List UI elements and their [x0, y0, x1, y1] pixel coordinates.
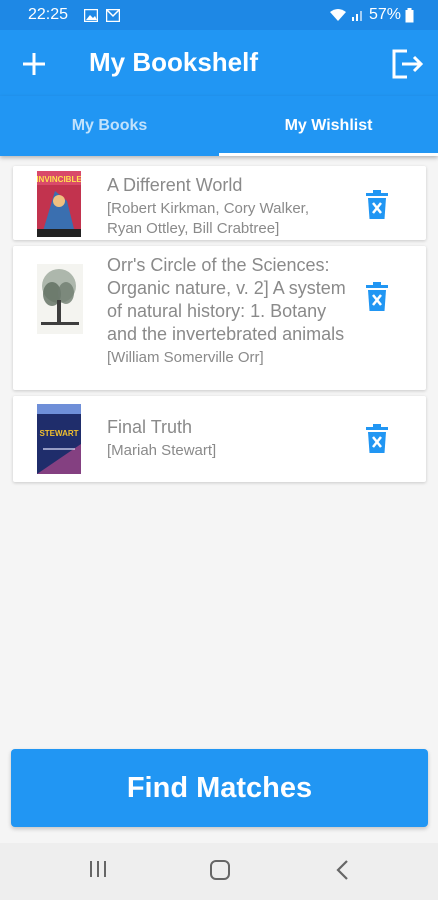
- plus-icon[interactable]: [20, 50, 48, 78]
- app-bar: My Bookshelf: [0, 30, 438, 96]
- book-text: Final Truth [Mariah Stewart]: [107, 416, 347, 461]
- navigation-bar: [0, 843, 438, 900]
- home-icon[interactable]: [209, 859, 231, 881]
- status-time: 22:25: [28, 6, 69, 23]
- wifi-icon: [329, 9, 346, 21]
- book-list: INVINCIBLE A Different World [Robert Kir…: [13, 166, 426, 488]
- delete-icon[interactable]: [364, 282, 390, 312]
- gallery-icon: [84, 9, 98, 22]
- book-title: Final Truth: [107, 417, 193, 437]
- book-card[interactable]: STEWART Final Truth [Mariah Stewart]: [13, 396, 426, 482]
- tab-my-wishlist[interactable]: My Wishlist: [219, 96, 438, 156]
- delete-icon[interactable]: [364, 424, 390, 454]
- battery-icon: [405, 7, 414, 22]
- delete-icon[interactable]: [364, 190, 390, 220]
- book-cover: INVINCIBLE: [37, 171, 81, 237]
- book-card[interactable]: Orr's Circle of the Sciences: Organic na…: [13, 246, 426, 390]
- mail-icon: [106, 9, 120, 22]
- book-title: A Different World: [107, 175, 243, 195]
- book-cover: STEWART: [37, 404, 81, 474]
- book-title: Orr's Circle of the Sciences: Organic na…: [107, 255, 346, 344]
- book-text: Orr's Circle of the Sciences: Organic na…: [107, 254, 347, 368]
- battery-percent: 57%: [368, 6, 401, 23]
- book-text: A Different World [Robert Kirkman, Cory …: [107, 174, 347, 239]
- cover-text: STEWART: [39, 429, 78, 438]
- status-right: 57%: [329, 6, 414, 24]
- recent-apps-icon[interactable]: [88, 859, 108, 879]
- page-title: My Bookshelf: [89, 47, 259, 77]
- cover-text: INVINCIBLE: [37, 175, 81, 184]
- book-card[interactable]: INVINCIBLE A Different World [Robert Kir…: [13, 166, 426, 240]
- back-icon[interactable]: [333, 859, 353, 881]
- tab-indicator: [219, 153, 438, 156]
- book-authors: [Mariah Stewart]: [107, 442, 217, 459]
- find-matches-button[interactable]: Find Matches: [11, 749, 428, 827]
- book-authors: [Robert Kirkman, Cory Walker, Ryan Ottle…: [107, 200, 309, 237]
- status-bar: 22:25 57%: [0, 0, 438, 30]
- tab-my-books[interactable]: My Books: [0, 96, 219, 156]
- signal-icon: [351, 11, 362, 21]
- book-authors: [William Somerville Orr]: [107, 349, 264, 366]
- logout-icon[interactable]: [390, 48, 424, 80]
- book-cover: [37, 264, 83, 334]
- tab-bar: My Books My Wishlist: [0, 96, 438, 156]
